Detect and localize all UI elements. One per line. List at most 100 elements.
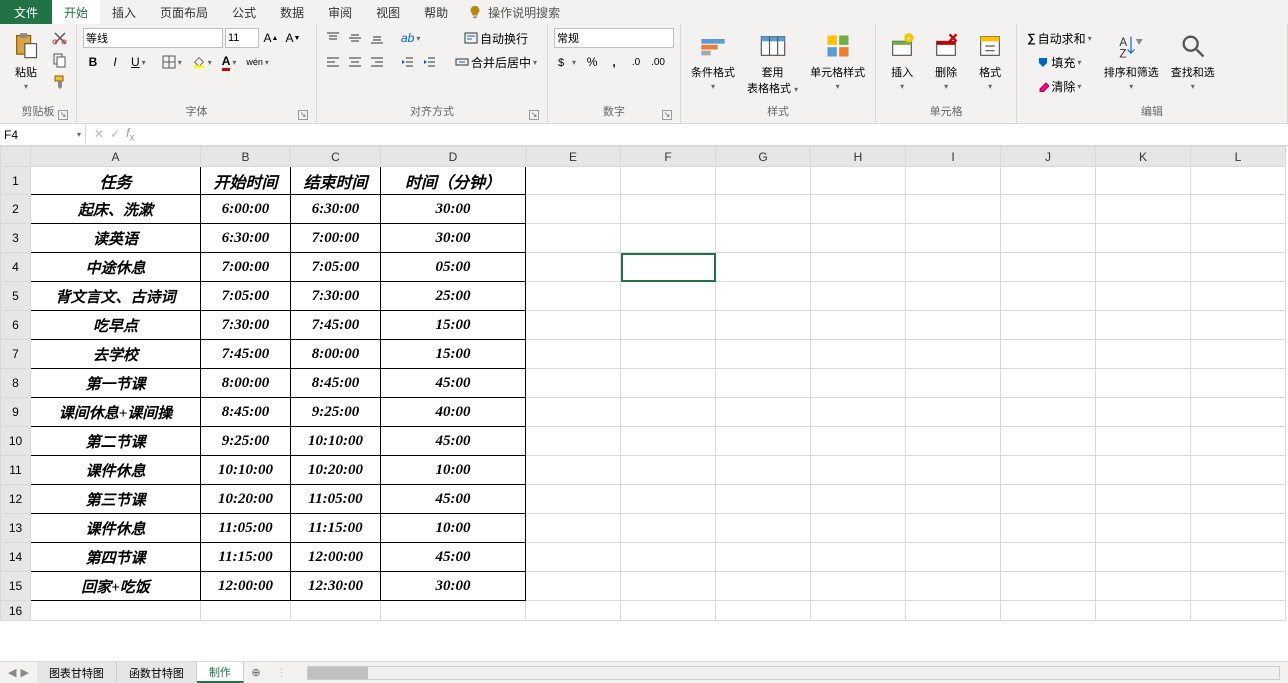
- cell-G6[interactable]: [716, 311, 811, 340]
- cell-F13[interactable]: [621, 514, 716, 543]
- row-header-13[interactable]: 13: [1, 514, 31, 543]
- cell-C2[interactable]: 6:30:00: [291, 195, 381, 224]
- row-header-1[interactable]: 1: [1, 167, 31, 195]
- autosum-button[interactable]: ∑ 自动求和 ▾: [1023, 28, 1096, 48]
- cell-J14[interactable]: [1001, 543, 1096, 572]
- cell-D6[interactable]: 15:00: [381, 311, 526, 340]
- cell-L11[interactable]: [1191, 456, 1286, 485]
- cell-J13[interactable]: [1001, 514, 1096, 543]
- cell-D13[interactable]: 10:00: [381, 514, 526, 543]
- cell-D10[interactable]: 45:00: [381, 427, 526, 456]
- cell-L6[interactable]: [1191, 311, 1286, 340]
- cell-D2[interactable]: 30:00: [381, 195, 526, 224]
- cell-K1[interactable]: [1096, 167, 1191, 195]
- cell-L15[interactable]: [1191, 572, 1286, 601]
- enter-formula-button[interactable]: ✓: [110, 127, 120, 141]
- cell-G10[interactable]: [716, 427, 811, 456]
- tab-file[interactable]: 文件: [0, 0, 52, 24]
- cell-C15[interactable]: 12:30:00: [291, 572, 381, 601]
- tab-数据[interactable]: 数据: [268, 0, 316, 24]
- cell-B8[interactable]: 8:00:00: [201, 369, 291, 398]
- cell-B16[interactable]: [201, 601, 291, 621]
- cell-I13[interactable]: [906, 514, 1001, 543]
- cell-B10[interactable]: 9:25:00: [201, 427, 291, 456]
- sort-filter-button[interactable]: AZ 排序和筛选▾: [1100, 28, 1163, 93]
- cell-H9[interactable]: [811, 398, 906, 427]
- cell-B11[interactable]: 10:10:00: [201, 456, 291, 485]
- cell-B13[interactable]: 11:05:00: [201, 514, 291, 543]
- cell-A1[interactable]: 任务: [31, 167, 201, 195]
- cell-I4[interactable]: [906, 253, 1001, 282]
- sheet-tab-0[interactable]: 图表甘特图: [37, 662, 117, 683]
- cell-H4[interactable]: [811, 253, 906, 282]
- cell-C8[interactable]: 8:45:00: [291, 369, 381, 398]
- cell-A4[interactable]: 中途休息: [31, 253, 201, 282]
- cell-K7[interactable]: [1096, 340, 1191, 369]
- cell-I1[interactable]: [906, 167, 1001, 195]
- cell-L7[interactable]: [1191, 340, 1286, 369]
- format-as-table-button[interactable]: 套用 表格格式 ▾: [743, 28, 802, 98]
- row-header-15[interactable]: 15: [1, 572, 31, 601]
- col-header-K[interactable]: K: [1096, 147, 1191, 167]
- cell-H15[interactable]: [811, 572, 906, 601]
- cell-A8[interactable]: 第一节课: [31, 369, 201, 398]
- col-header-I[interactable]: I: [906, 147, 1001, 167]
- decrease-indent-button[interactable]: [397, 52, 417, 72]
- col-header-E[interactable]: E: [526, 147, 621, 167]
- cell-B3[interactable]: 6:30:00: [201, 224, 291, 253]
- font-name-select[interactable]: [83, 28, 223, 48]
- col-header-A[interactable]: A: [31, 147, 201, 167]
- cell-G3[interactable]: [716, 224, 811, 253]
- tab-页面布局[interactable]: 页面布局: [148, 0, 220, 24]
- cell-L2[interactable]: [1191, 195, 1286, 224]
- cell-C13[interactable]: 11:15:00: [291, 514, 381, 543]
- cell-D11[interactable]: 10:00: [381, 456, 526, 485]
- cell-A10[interactable]: 第二节课: [31, 427, 201, 456]
- row-header-9[interactable]: 9: [1, 398, 31, 427]
- cell-D16[interactable]: [381, 601, 526, 621]
- cell-G1[interactable]: [716, 167, 811, 195]
- cell-K8[interactable]: [1096, 369, 1191, 398]
- cell-H11[interactable]: [811, 456, 906, 485]
- row-header-16[interactable]: 16: [1, 601, 31, 621]
- cell-H1[interactable]: [811, 167, 906, 195]
- cell-I2[interactable]: [906, 195, 1001, 224]
- col-header-B[interactable]: B: [201, 147, 291, 167]
- increase-decimal-button[interactable]: .0: [626, 52, 646, 72]
- cell-B5[interactable]: 7:05:00: [201, 282, 291, 311]
- increase-font-button[interactable]: A▲: [261, 28, 281, 48]
- tab-开始[interactable]: 开始: [52, 0, 100, 24]
- cell-B12[interactable]: 10:20:00: [201, 485, 291, 514]
- cell-I10[interactable]: [906, 427, 1001, 456]
- cut-button[interactable]: [50, 28, 70, 48]
- copy-button[interactable]: [50, 50, 70, 70]
- cell-I3[interactable]: [906, 224, 1001, 253]
- cell-C6[interactable]: 7:45:00: [291, 311, 381, 340]
- align-top-button[interactable]: [323, 28, 343, 48]
- cell-L9[interactable]: [1191, 398, 1286, 427]
- cell-K12[interactable]: [1096, 485, 1191, 514]
- cell-H3[interactable]: [811, 224, 906, 253]
- cell-F4[interactable]: [621, 253, 716, 282]
- format-cells-button[interactable]: 格式▾: [970, 28, 1010, 93]
- cell-D14[interactable]: 45:00: [381, 543, 526, 572]
- cell-G13[interactable]: [716, 514, 811, 543]
- cell-L4[interactable]: [1191, 253, 1286, 282]
- cell-I14[interactable]: [906, 543, 1001, 572]
- cell-E7[interactable]: [526, 340, 621, 369]
- cell-F12[interactable]: [621, 485, 716, 514]
- cell-E6[interactable]: [526, 311, 621, 340]
- col-header-H[interactable]: H: [811, 147, 906, 167]
- cell-B14[interactable]: 11:15:00: [201, 543, 291, 572]
- cell-B4[interactable]: 7:00:00: [201, 253, 291, 282]
- horizontal-scrollbar[interactable]: [307, 666, 1280, 680]
- tab-插入[interactable]: 插入: [100, 0, 148, 24]
- tell-me-search[interactable]: 操作说明搜索: [460, 0, 568, 24]
- cell-C12[interactable]: 11:05:00: [291, 485, 381, 514]
- border-button[interactable]: ▾: [158, 52, 186, 72]
- align-center-button[interactable]: [345, 52, 365, 72]
- row-header-8[interactable]: 8: [1, 369, 31, 398]
- spreadsheet-grid[interactable]: ABCDEFGHIJKL1任务开始时间结束时间时间（分钟）2起床、洗漱6:00:…: [0, 146, 1288, 661]
- cell-J8[interactable]: [1001, 369, 1096, 398]
- fill-color-button[interactable]: ▾: [188, 52, 216, 72]
